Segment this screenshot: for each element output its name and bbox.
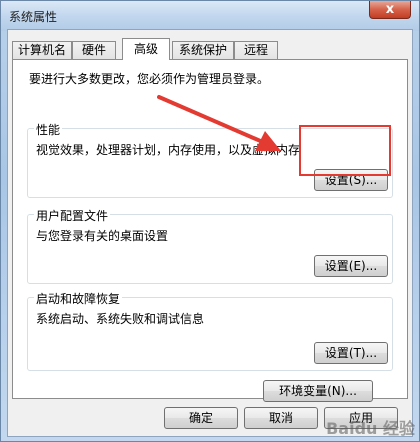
startup-recovery-group: 启动和故障恢复 系统启动、系统失败和调试信息 设置(T)... xyxy=(27,290,393,371)
tab-computer-name[interactable]: 计算机名 xyxy=(12,41,72,59)
tab-hardware[interactable]: 硬件 xyxy=(72,41,116,59)
system-properties-window: 系统属性 x 计算机名 硬件 高级 系统保护 远程 要进行大多数更改，您必须作为… xyxy=(0,0,420,442)
close-button[interactable]: x xyxy=(369,1,411,19)
startup-recovery-description: 系统启动、系统失败和调试信息 xyxy=(36,312,205,326)
user-profiles-description: 与您登录有关的桌面设置 xyxy=(36,229,169,243)
ok-button[interactable]: 确定 xyxy=(164,407,238,429)
startup-recovery-settings-button[interactable]: 设置(T)... xyxy=(314,342,388,364)
title-bar[interactable]: 系统属性 x xyxy=(1,1,419,31)
user-profiles-settings-button[interactable]: 设置(E)... xyxy=(314,255,388,277)
red-arrow-icon xyxy=(157,95,281,151)
startup-recovery-title: 启动和故障恢复 xyxy=(34,290,123,307)
window-title: 系统属性 xyxy=(9,10,58,24)
tab-system-protection[interactable]: 系统保护 xyxy=(172,41,234,59)
dialog-client-area: 计算机名 硬件 高级 系统保护 远程 要进行大多数更改，您必须作为管理员登录。 … xyxy=(7,29,413,437)
performance-title: 性能 xyxy=(34,121,63,138)
user-profiles-title: 用户配置文件 xyxy=(34,207,111,224)
user-profiles-group: 用户配置文件 与您登录有关的桌面设置 设置(E)... xyxy=(27,207,393,284)
cancel-button[interactable]: 取消 xyxy=(244,407,318,429)
admin-note: 要进行大多数更改，您必须作为管理员登录。 xyxy=(29,72,270,86)
tab-advanced[interactable]: 高级 xyxy=(122,38,170,60)
close-icon: x xyxy=(385,2,395,17)
highlight-box xyxy=(299,125,391,176)
environment-variables-button[interactable]: 环境变量(N)... xyxy=(263,380,373,402)
watermark: Baidu 经验 xyxy=(326,419,415,438)
tab-remote[interactable]: 远程 xyxy=(234,41,278,59)
